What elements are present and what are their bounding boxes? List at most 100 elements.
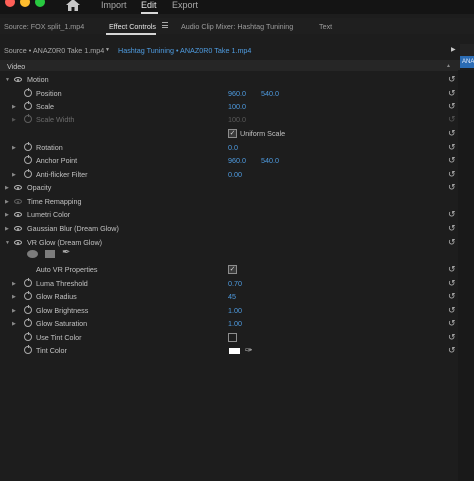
auto-vr-checkbox[interactable]: ✓ bbox=[228, 265, 237, 274]
reset-icon[interactable]: ↺ bbox=[448, 156, 456, 165]
reset-icon[interactable]: ↺ bbox=[448, 279, 456, 288]
stopwatch-icon[interactable] bbox=[24, 331, 32, 341]
stopwatch-icon[interactable] bbox=[24, 304, 32, 314]
reset-icon[interactable]: ↺ bbox=[448, 143, 456, 152]
reset-icon[interactable]: ↺ bbox=[448, 333, 456, 342]
timeline-clip-tab[interactable]: ANA bbox=[460, 56, 474, 68]
luma-threshold-value[interactable]: 0.70 bbox=[228, 277, 242, 290]
expand-chevron-icon[interactable]: ▶ bbox=[12, 281, 16, 287]
reset-icon[interactable]: ↺ bbox=[448, 183, 456, 192]
reset-icon[interactable]: ↺ bbox=[448, 224, 456, 233]
fx-toggle-eye-icon[interactable] bbox=[14, 240, 22, 245]
expand-chevron-icon[interactable]: ▶ bbox=[12, 104, 16, 110]
expand-chevron-icon[interactable]: ▶ bbox=[12, 294, 16, 300]
reset-icon[interactable]: ↺ bbox=[448, 170, 456, 179]
param-scale-width: ▶ Scale Width 100.0 ↺ bbox=[0, 113, 460, 126]
anchor-y-value[interactable]: 540.0 bbox=[261, 154, 279, 167]
stopwatch-icon[interactable] bbox=[24, 290, 32, 300]
ellipse-mask-icon[interactable] bbox=[27, 250, 38, 258]
close-window-button[interactable] bbox=[5, 0, 15, 7]
fx-toggle-eye-icon[interactable] bbox=[14, 212, 22, 217]
minimize-window-button[interactable] bbox=[20, 0, 30, 7]
param-label: Anti-flicker Filter bbox=[36, 170, 88, 179]
expand-chevron-icon[interactable]: ▶ bbox=[5, 226, 9, 232]
expand-chevron-icon[interactable]: ▼ bbox=[5, 77, 10, 83]
expand-chevron-icon[interactable]: ▼ bbox=[5, 240, 10, 246]
position-y-value[interactable]: 540.0 bbox=[261, 87, 279, 100]
effect-opacity[interactable]: ▶ Opacity ↺ bbox=[0, 181, 460, 194]
rectangle-mask-icon[interactable] bbox=[45, 250, 55, 258]
fx-toggle-eye-icon[interactable] bbox=[14, 226, 22, 231]
maximize-window-button[interactable] bbox=[35, 0, 45, 7]
video-section-header: Video bbox=[0, 60, 460, 71]
source-clip-dropdown[interactable]: Source • ANAZ0R0 Take 1.mp4 bbox=[4, 46, 104, 55]
scale-value[interactable]: 100.0 bbox=[228, 100, 246, 113]
param-use-tint: Use Tint Color ↺ bbox=[0, 331, 460, 344]
stopwatch-icon[interactable] bbox=[24, 154, 32, 164]
panel-menu-icon[interactable] bbox=[162, 22, 168, 30]
nav-edit[interactable]: Edit bbox=[141, 0, 157, 10]
reset-icon[interactable]: ↺ bbox=[448, 346, 456, 355]
tab-source[interactable]: Source: FOX split_1.mp4 bbox=[4, 22, 84, 31]
param-glow-saturation: ▶ Glow Saturation 1.00 ↺ bbox=[0, 317, 460, 330]
position-x-value[interactable]: 960.0 bbox=[228, 87, 246, 100]
glow-brightness-value[interactable]: 1.00 bbox=[228, 304, 242, 317]
param-auto-vr: Auto VR Properties ✓ ↺ bbox=[0, 263, 460, 276]
reset-icon[interactable]: ↺ bbox=[448, 102, 456, 111]
scroll-up-icon[interactable]: ▲ bbox=[446, 63, 451, 69]
reset-icon[interactable]: ↺ bbox=[448, 319, 456, 328]
anchor-x-value[interactable]: 960.0 bbox=[228, 154, 246, 167]
sequence-clip-label[interactable]: Hashtag Tunining • ANAZ0R0 Take 1.mp4 bbox=[118, 46, 251, 55]
reset-icon[interactable]: ↺ bbox=[448, 210, 456, 219]
anti-flicker-value[interactable]: 0.00 bbox=[228, 168, 242, 181]
expand-chevron-icon[interactable]: ▶ bbox=[12, 145, 16, 151]
effect-time-remapping[interactable]: ▶ Time Remapping bbox=[0, 195, 460, 208]
reset-icon[interactable]: ↺ bbox=[448, 292, 456, 301]
use-tint-checkbox[interactable] bbox=[228, 333, 237, 342]
expand-chevron-icon[interactable]: ▶ bbox=[5, 212, 9, 218]
fx-toggle-eye-icon[interactable] bbox=[14, 77, 22, 82]
tab-text[interactable]: Text bbox=[319, 22, 332, 31]
tint-color-swatch[interactable] bbox=[229, 348, 240, 354]
reset-icon[interactable]: ↺ bbox=[448, 238, 456, 247]
stopwatch-icon[interactable] bbox=[24, 87, 32, 97]
tab-effect-controls[interactable]: Effect Controls bbox=[109, 22, 156, 31]
nav-export[interactable]: Export bbox=[172, 0, 198, 10]
scrollbar[interactable] bbox=[458, 70, 474, 481]
reset-icon[interactable]: ↺ bbox=[448, 129, 456, 138]
stopwatch-icon[interactable] bbox=[24, 277, 32, 287]
expand-chevron-icon[interactable]: ▶ bbox=[12, 172, 16, 178]
stopwatch-icon[interactable] bbox=[24, 344, 32, 354]
stopwatch-icon[interactable] bbox=[24, 168, 32, 178]
eyedropper-icon[interactable]: ✑ bbox=[245, 344, 253, 357]
chevron-down-icon[interactable]: ▼ bbox=[105, 47, 110, 53]
reset-icon[interactable]: ↺ bbox=[448, 265, 456, 274]
reset-icon[interactable]: ↺ bbox=[448, 306, 456, 315]
effect-gaussian-blur[interactable]: ▶ Gaussian Blur (Dream Glow) ↺ bbox=[0, 222, 460, 235]
expand-chevron-icon[interactable]: ▶ bbox=[12, 308, 16, 314]
reset-icon[interactable]: ↺ bbox=[448, 75, 456, 84]
stopwatch-icon[interactable] bbox=[24, 100, 32, 110]
param-scale: ▶ Scale 100.0 ↺ bbox=[0, 100, 460, 113]
play-icon[interactable]: ▶ bbox=[451, 46, 456, 53]
glow-radius-value[interactable]: 45 bbox=[228, 290, 236, 303]
video-section-label: Video bbox=[7, 62, 26, 71]
uniform-scale-checkbox[interactable]: ✓ bbox=[228, 129, 237, 138]
reset-icon[interactable]: ↺ bbox=[448, 89, 456, 98]
expand-chevron-icon[interactable]: ▶ bbox=[5, 199, 9, 205]
glow-saturation-value[interactable]: 1.00 bbox=[228, 317, 242, 330]
param-glow-brightness: ▶ Glow Brightness 1.00 ↺ bbox=[0, 304, 460, 317]
expand-chevron-icon[interactable]: ▶ bbox=[12, 321, 16, 327]
nav-import[interactable]: Import bbox=[101, 0, 127, 10]
fx-toggle-eye-icon[interactable] bbox=[14, 185, 22, 190]
home-icon[interactable] bbox=[66, 0, 80, 11]
rotation-value[interactable]: 0.0 bbox=[228, 141, 238, 154]
tab-audio-clip-mixer[interactable]: Audio Clip Mixer: Hashtag Tunining bbox=[181, 22, 293, 31]
stopwatch-icon[interactable] bbox=[24, 317, 32, 327]
timeline-ruler bbox=[460, 44, 474, 56]
effect-lumetri-color[interactable]: ▶ Lumetri Color ↺ bbox=[0, 208, 460, 221]
expand-chevron-icon[interactable]: ▶ bbox=[5, 185, 9, 191]
stopwatch-icon[interactable] bbox=[24, 141, 32, 151]
pen-mask-icon[interactable]: ✒ bbox=[62, 247, 70, 258]
effect-motion[interactable]: ▼ Motion ↺ bbox=[0, 73, 460, 86]
